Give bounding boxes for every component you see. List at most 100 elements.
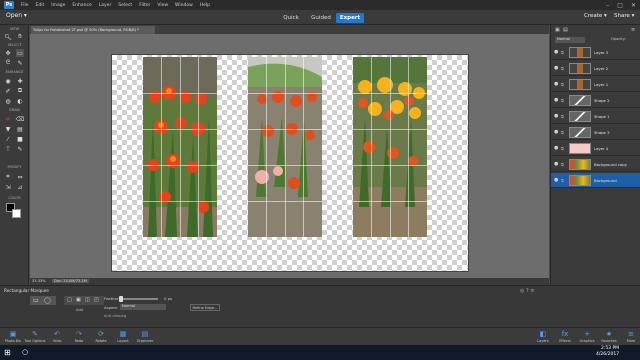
layer-row[interactable]: ● ⧉ Shape 3 xyxy=(551,125,640,140)
recompose-tool-icon[interactable]: ⇔ xyxy=(16,173,24,181)
layer-link-icon[interactable]: ⧉ xyxy=(561,66,567,71)
layer-row[interactable]: ● ⧉ Background xyxy=(551,173,640,188)
layer-row[interactable]: ● ⧉ Background copy xyxy=(551,157,640,172)
layer-link-icon[interactable]: ⧉ xyxy=(561,98,567,103)
share-button[interactable]: Share ▾ xyxy=(614,13,634,19)
visibility-eye-icon[interactable]: ● xyxy=(554,161,561,167)
straighten-tool-icon[interactable]: ⊿ xyxy=(16,183,24,191)
layer-row[interactable]: ● ⧉ Layer 2 xyxy=(551,61,640,76)
spot-heal-tool-icon[interactable]: ✚ xyxy=(16,77,24,85)
shape-tool-icon[interactable]: ■ xyxy=(16,135,24,143)
layer-link-icon[interactable]: ⧉ xyxy=(561,162,567,167)
crop-tool-icon[interactable]: ⌗ xyxy=(4,173,12,181)
eraser-tool-icon[interactable]: ⌫ xyxy=(16,115,24,123)
layer-row[interactable]: ● ⧉ Shape 2 xyxy=(551,93,640,108)
visibility-eye-icon[interactable]: ● xyxy=(554,49,561,55)
zoom-tool-icon[interactable]: 🔍︎ xyxy=(4,33,12,41)
menu-layer[interactable]: Layer xyxy=(99,3,112,8)
pencil-tool-icon[interactable]: ✎ xyxy=(16,145,24,153)
menu-enhance[interactable]: Enhance xyxy=(72,3,91,8)
antialias-checkbox[interactable]: Anti-aliasing xyxy=(104,314,126,318)
graphics-button[interactable]: + Graphics xyxy=(576,329,598,345)
photo-bin-button[interactable]: ▣ Photo Bin xyxy=(2,329,24,345)
tab-guided[interactable]: Guided xyxy=(308,13,334,23)
layer-link-icon[interactable]: ⧉ xyxy=(561,114,567,119)
layer-link-icon[interactable]: ⧉ xyxy=(561,146,567,151)
background-color-swatch[interactable] xyxy=(12,209,21,218)
clone-tool-icon[interactable]: ⧉ xyxy=(16,87,24,95)
layer-link-icon[interactable]: ⧉ xyxy=(561,50,567,55)
aspect-select[interactable]: Normal xyxy=(120,304,166,310)
type-tool-icon[interactable]: T xyxy=(4,145,12,153)
menu-view[interactable]: View xyxy=(157,3,168,8)
layer-link-icon[interactable]: ⧉ xyxy=(561,178,567,183)
visibility-eye-icon[interactable]: ● xyxy=(554,97,561,103)
layout-button[interactable]: ▦ Layout xyxy=(112,329,134,345)
rectangle-marquee-icon[interactable]: ▭ xyxy=(33,297,39,304)
quick-select-tool-icon[interactable]: ✎ xyxy=(16,59,24,67)
help-icon[interactable]: ◎ ? ≡ xyxy=(520,288,534,294)
visibility-eye-icon[interactable]: ● xyxy=(554,129,561,135)
organizer-button[interactable]: ▤ Organizer xyxy=(134,329,156,345)
create-button[interactable]: Create ▾ xyxy=(584,13,607,19)
feather-slider[interactable] xyxy=(120,298,158,300)
eye-tool-icon[interactable]: ◉ xyxy=(4,77,12,85)
hand-tool-icon[interactable]: ✋︎ xyxy=(16,33,24,41)
redo-button[interactable]: ↷ Redo xyxy=(68,329,90,345)
tab-expert[interactable]: Expert xyxy=(336,13,364,23)
menu-select[interactable]: Select xyxy=(118,3,132,8)
workspace[interactable] xyxy=(30,34,549,278)
document-canvas[interactable] xyxy=(111,54,469,272)
blur-tool-icon[interactable]: ◍ xyxy=(4,97,12,105)
subtract-selection-icon[interactable]: ◫ xyxy=(85,297,90,303)
visibility-eye-icon[interactable]: ● xyxy=(554,65,561,71)
feather-value[interactable]: 0 px xyxy=(164,296,172,301)
open-button[interactable]: Open ▾ xyxy=(6,12,27,19)
visibility-eye-icon[interactable]: ● xyxy=(554,113,561,119)
feather-slider-handle[interactable] xyxy=(119,296,123,302)
menu-image[interactable]: Image xyxy=(51,3,65,8)
layers-button[interactable]: ◧ Layers xyxy=(532,329,554,345)
layer-link-icon[interactable]: ⧉ xyxy=(561,130,567,135)
refine-edge-button[interactable]: Refine Edge... xyxy=(190,304,220,311)
menu-help[interactable]: Help xyxy=(200,3,210,8)
layer-row[interactable]: ● ⧉ Layer 1 xyxy=(551,77,640,92)
close-icon[interactable]: ✕ xyxy=(631,2,636,9)
document-tab[interactable]: Tulips for Pohotoshot 2T.psd @ 30% (Back… xyxy=(31,26,155,34)
effects-button[interactable]: fx Effects xyxy=(554,329,576,345)
rotate-button[interactable]: ⟳ Rotate xyxy=(90,329,112,345)
ellipse-marquee-icon[interactable]: ◯ xyxy=(44,297,51,304)
zoom-level[interactable]: 33.33% xyxy=(32,279,46,283)
menu-filter[interactable]: Filter xyxy=(139,3,150,8)
search-icon[interactable]: ○ xyxy=(22,348,28,356)
panel-menu-icon[interactable]: ≡ xyxy=(631,27,635,33)
document-info[interactable]: Doc: 25.0M/73.1M xyxy=(52,279,89,283)
tool-options-button[interactable]: ✎ Tool Options xyxy=(24,329,46,345)
maximize-icon[interactable]: □ xyxy=(617,2,623,9)
favorites-button[interactable]: ★ Favorites xyxy=(598,329,620,345)
start-icon[interactable]: ⊞ xyxy=(4,348,11,357)
gradient-tool-icon[interactable]: ▤ xyxy=(16,125,24,133)
minimize-icon[interactable]: – xyxy=(606,2,609,9)
undo-button[interactable]: ↶ Undo xyxy=(46,329,68,345)
new-selection-icon[interactable]: □ xyxy=(67,297,72,303)
marquee-tool-icon[interactable]: ▭ xyxy=(16,49,24,57)
blend-mode-select[interactable]: Normal xyxy=(555,37,585,43)
layer-link-icon[interactable]: ⧉ xyxy=(561,82,567,87)
intersect-selection-icon[interactable]: ◰ xyxy=(94,297,99,303)
lasso-tool-icon[interactable]: ᘓ xyxy=(4,59,12,67)
selection-mode-buttons[interactable]: □ ▣ ◫ ◰ xyxy=(64,296,104,305)
layer-row[interactable]: ● ⧉ Layer 4 xyxy=(551,141,640,156)
paint-bucket-tool-icon[interactable]: ▼ xyxy=(4,125,12,133)
sponge-tool-icon[interactable]: ◐ xyxy=(16,97,24,105)
layer-row[interactable]: ● ⧉ Layer 3 xyxy=(551,45,640,60)
tab-quick[interactable]: Quick xyxy=(278,13,304,23)
visibility-eye-icon[interactable]: ● xyxy=(554,145,561,151)
smart-brush-tool-icon[interactable]: ✐ xyxy=(4,87,12,95)
menu-file[interactable]: File xyxy=(21,3,29,8)
brush-tool-icon[interactable]: ✏ xyxy=(4,115,12,123)
marquee-shape-buttons[interactable]: ▭ ◯ xyxy=(30,296,56,305)
visibility-eye-icon[interactable]: ● xyxy=(554,177,561,183)
move-tool-icon[interactable]: ✥ xyxy=(4,49,12,57)
color-picker-tool-icon[interactable]: ⁄ xyxy=(4,135,12,143)
